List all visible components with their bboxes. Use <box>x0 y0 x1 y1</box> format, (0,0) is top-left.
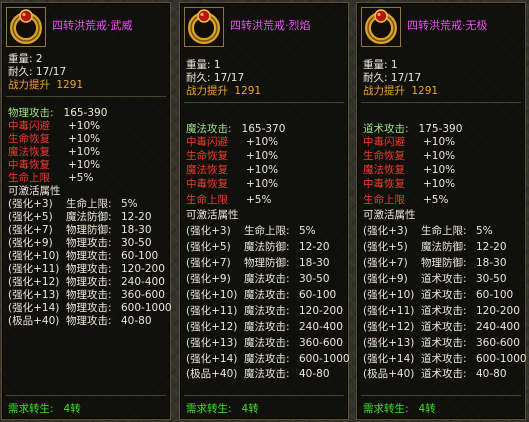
durability-row: 耐久: 17/17 <box>186 72 245 84</box>
enhance-row: (强化+14) 物理攻击: 600-1000 <box>8 302 172 314</box>
bonus-row: 生命上限 +5% <box>186 194 272 206</box>
requirement-row: 需求转生: 4转 <box>8 403 81 415</box>
item-name: 四转洪荒戒·烈焰 <box>230 19 311 32</box>
enhance-row: (强化+11) 物理攻击: 120-200 <box>8 263 165 275</box>
bonus-row: 生命上限 +5% <box>363 194 449 206</box>
bonus-row: 中毒恢复 +10% <box>8 159 101 171</box>
enhance-row: (极品+40) 魔法攻击: 40-80 <box>186 368 330 380</box>
weight-row: 重量: 2 <box>8 53 43 65</box>
divider <box>184 102 344 103</box>
enhance-row: (强化+12) 物理攻击: 240-400 <box>8 276 165 288</box>
bonus-row: 中毒恢复 +10% <box>363 178 456 190</box>
main-stat-row: 道术攻击: 175-390 <box>363 123 463 135</box>
item-name: 四转洪荒戒·武威 <box>52 19 133 32</box>
divider <box>6 395 166 396</box>
item-tooltip-1: 四转洪荒戒·武威 重量: 2 耐久: 17/17 战力提升 1291 物理攻击:… <box>1 2 172 420</box>
enhance-row: (强化+3) 生命上限: 5% <box>186 225 316 237</box>
bonus-row: 中毒闪避 +10% <box>186 136 279 148</box>
enhance-row: (强化+9) 魔法攻击: 30-50 <box>186 273 330 285</box>
enhance-row: (强化+10) 物理攻击: 60-100 <box>8 250 159 262</box>
item-slot <box>361 7 401 47</box>
bonus-row: 魔法恢复 +10% <box>186 164 279 176</box>
bonus-row: 中毒恢复 +10% <box>186 178 279 190</box>
main-stat-row: 物理攻击: 165-390 <box>8 107 108 119</box>
enhance-row: (极品+40) 道术攻击: 40-80 <box>363 368 507 380</box>
requirement-row: 需求转生: 4转 <box>186 403 259 415</box>
enhance-row: (强化+10) 道术攻击: 60-100 <box>363 289 514 301</box>
bonus-row: 生命恢复 +10% <box>8 133 101 145</box>
item-tooltip-3: 四转洪荒戒·无极 重量: 1 耐久: 17/17 战力提升 1291 道术攻击:… <box>356 2 527 420</box>
bonus-row: 魔法恢复 +10% <box>8 146 101 158</box>
power-row: 战力提升 1291 <box>186 85 262 97</box>
ring-icon <box>188 9 220 44</box>
weight-row: 重量: 1 <box>186 59 221 71</box>
item-tooltip-2: 四转洪荒戒·烈焰 重量: 1 耐久: 17/17 战力提升 1291 魔法攻击:… <box>179 2 350 420</box>
enhance-row: (极品+40) 物理攻击: 40-80 <box>8 315 152 327</box>
power-row: 战力提升 1291 <box>8 79 84 91</box>
divider <box>361 102 521 103</box>
bonus-row: 生命恢复 +10% <box>186 150 279 162</box>
enhance-row: (强化+13) 物理攻击: 360-600 <box>8 289 165 301</box>
enhance-row: (强化+3) 生命上限: 5% <box>8 198 138 210</box>
enhance-row: (强化+7) 物理防御: 18-30 <box>186 257 330 269</box>
activatable-title: 可激活属性 <box>8 185 61 197</box>
bonus-row: 生命上限 +5% <box>8 172 94 184</box>
enhance-row: (强化+5) 魔法防御: 12-20 <box>186 241 330 253</box>
bonus-row: 中毒闪避 +10% <box>8 120 101 132</box>
main-stat-row: 魔法攻击: 165-370 <box>186 123 286 135</box>
bonus-row: 生命恢复 +10% <box>363 150 456 162</box>
enhance-row: (强化+12) 道术攻击: 240-400 <box>363 321 520 333</box>
enhance-row: (强化+9) 物理攻击: 30-50 <box>8 237 152 249</box>
durability-row: 耐久: 17/17 <box>363 72 422 84</box>
activatable-title: 可激活属性 <box>186 209 239 221</box>
bonus-row: 魔法恢复 +10% <box>363 164 456 176</box>
weight-row: 重量: 1 <box>363 59 398 71</box>
power-row: 战力提升 1291 <box>363 85 439 97</box>
enhance-row: (强化+13) 魔法攻击: 360-600 <box>186 337 343 349</box>
enhance-row: (强化+13) 道术攻击: 360-600 <box>363 337 520 349</box>
enhance-row: (强化+14) 道术攻击: 600-1000 <box>363 353 527 365</box>
enhance-row: (强化+10) 魔法攻击: 60-100 <box>186 289 337 301</box>
enhance-row: (强化+5) 魔法防御: 12-20 <box>363 241 507 253</box>
enhance-row: (强化+14) 魔法攻击: 600-1000 <box>186 353 350 365</box>
enhance-row: (强化+11) 道术攻击: 120-200 <box>363 305 520 317</box>
enhance-row: (强化+7) 物理防御: 18-30 <box>8 224 152 236</box>
bonus-row: 中毒闪避 +10% <box>363 136 456 148</box>
activatable-title: 可激活属性 <box>363 209 416 221</box>
enhance-row: (强化+3) 生命上限: 5% <box>363 225 493 237</box>
ring-icon <box>365 9 397 44</box>
item-slot <box>184 7 224 47</box>
divider <box>361 395 521 396</box>
durability-row: 耐久: 17/17 <box>8 66 67 78</box>
enhance-row: (强化+12) 魔法攻击: 240-400 <box>186 321 343 333</box>
enhance-row: (强化+5) 魔法防御: 12-20 <box>8 211 152 223</box>
ring-icon <box>10 9 42 44</box>
requirement-row: 需求转生: 4转 <box>363 403 436 415</box>
divider <box>184 395 344 396</box>
enhance-row: (强化+7) 物理防御: 18-30 <box>363 257 507 269</box>
enhance-row: (强化+11) 魔法攻击: 120-200 <box>186 305 343 317</box>
enhance-row: (强化+9) 道术攻击: 30-50 <box>363 273 507 285</box>
item-name: 四转洪荒戒·无极 <box>407 19 488 32</box>
item-slot <box>6 7 46 47</box>
divider <box>6 96 166 97</box>
